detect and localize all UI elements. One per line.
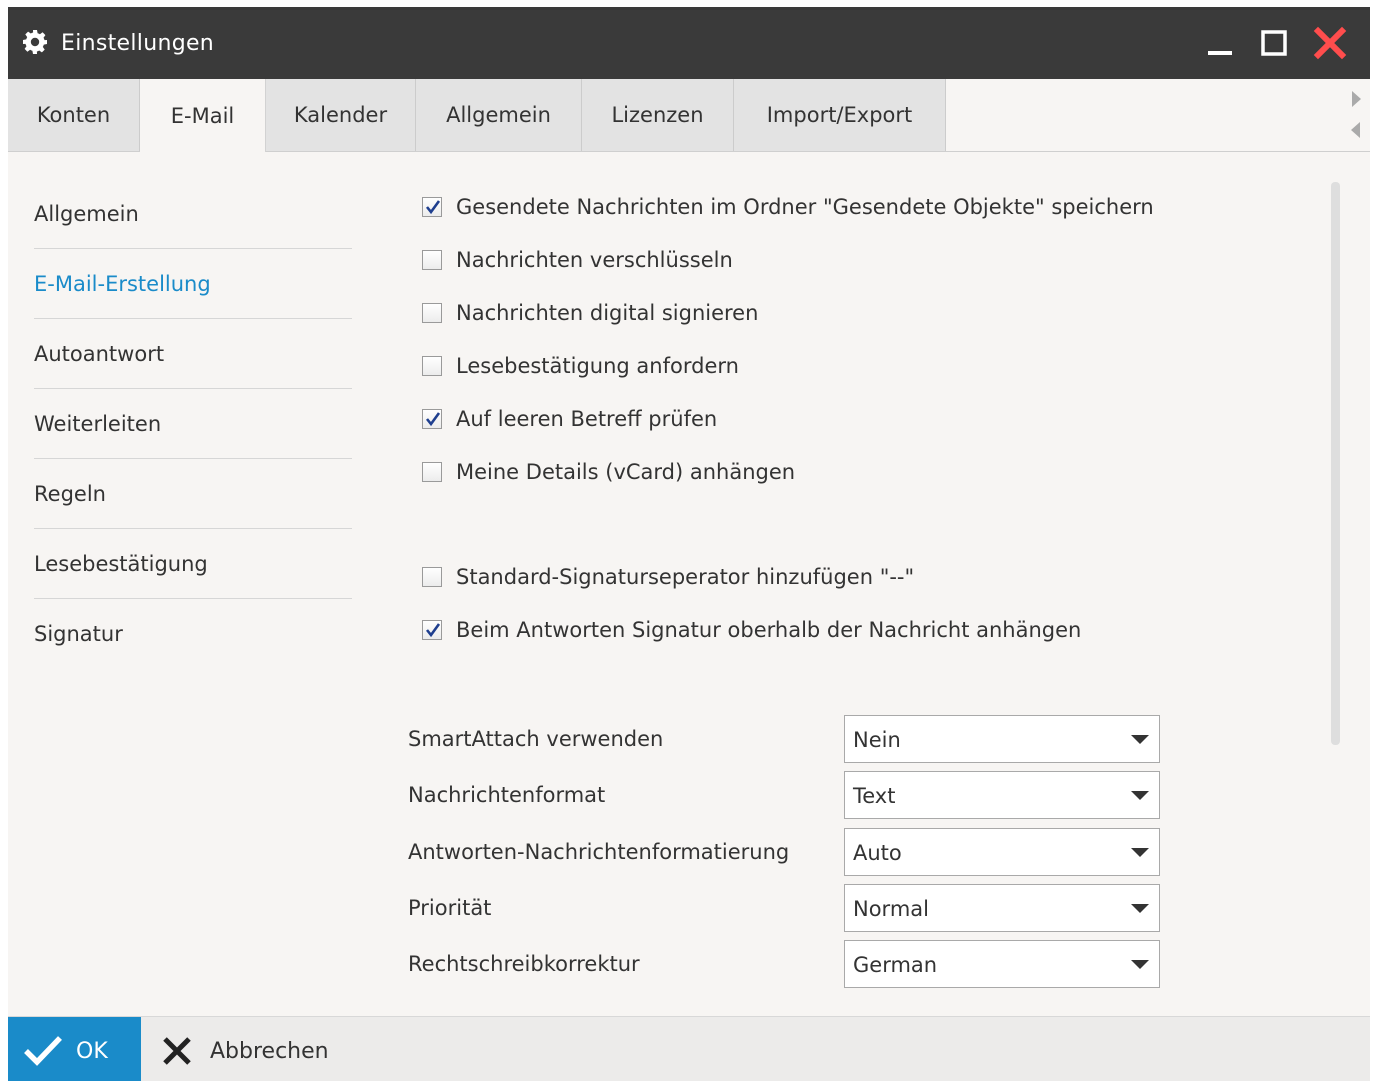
checkbox[interactable] xyxy=(422,250,442,270)
option-label: Gesendete Nachrichten im Ordner "Gesende… xyxy=(456,195,1154,219)
option-label: Lesebestätigung anfordern xyxy=(456,354,739,378)
option-vcard[interactable]: Meine Details (vCard) anhängen xyxy=(422,457,795,487)
option-encrypt[interactable]: Nachrichten verschlüsseln xyxy=(422,245,733,275)
cancel-label: Abbrechen xyxy=(210,1039,329,1064)
chevron-down-icon xyxy=(1131,960,1149,969)
sidebar-item-regeln[interactable]: Regeln xyxy=(34,459,352,529)
checkmark-icon xyxy=(425,623,441,638)
option-label: Nachrichten digital signieren xyxy=(456,301,759,325)
checkbox[interactable] xyxy=(422,620,442,640)
priority-label: Priorität xyxy=(408,896,492,920)
spellcheck-select[interactable]: German xyxy=(844,940,1160,988)
option-label: Standard-Signaturseperator hinzufügen "-… xyxy=(456,565,915,589)
option-read-receipt[interactable]: Lesebestätigung anfordern xyxy=(422,351,739,381)
checkbox[interactable] xyxy=(422,462,442,482)
spellcheck-label: Rechtschreibkorrektur xyxy=(408,952,640,976)
sidebar-item-autoantwort[interactable]: Autoantwort xyxy=(34,319,352,389)
chevron-down-icon xyxy=(1131,791,1149,800)
priority-select[interactable]: Normal xyxy=(844,884,1160,932)
checkbox[interactable] xyxy=(422,303,442,323)
sidebar-item-lesebestaetigung[interactable]: Lesebestätigung xyxy=(34,529,352,599)
option-sign[interactable]: Nachrichten digital signieren xyxy=(422,298,758,328)
option-empty-subject[interactable]: Auf leeren Betreff prüfen xyxy=(422,404,717,434)
close-icon[interactable] xyxy=(1312,25,1348,61)
settings-window: Einstellungen Konten E-Mail Kalender All… xyxy=(8,7,1370,1081)
option-signature-separator[interactable]: Standard-Signaturseperator hinzufügen "-… xyxy=(422,562,914,592)
select-value: Text xyxy=(853,784,896,808)
dialog-footer: OK Abbrechen xyxy=(8,1016,1370,1081)
select-value: German xyxy=(853,953,938,977)
tab-kalender[interactable]: Kalender xyxy=(266,79,416,151)
sidebar-item-allgemein[interactable]: Allgemein xyxy=(34,179,352,249)
option-label: Meine Details (vCard) anhängen xyxy=(456,460,796,484)
option-save-sent[interactable]: Gesendete Nachrichten im Ordner "Gesende… xyxy=(422,192,1154,222)
checkbox[interactable] xyxy=(422,356,442,376)
tab-lizenzen[interactable]: Lizenzen xyxy=(582,79,734,151)
tab-allgemein[interactable]: Allgemein xyxy=(416,79,582,151)
chevron-down-icon xyxy=(1131,735,1149,744)
window-title: Einstellungen xyxy=(61,31,215,56)
tab-scroll-right-icon[interactable] xyxy=(1349,89,1363,109)
checkbox[interactable] xyxy=(422,409,442,429)
tab-bar: Konten E-Mail Kalender Allgemein Lizenze… xyxy=(8,79,1370,152)
vertical-scrollbar[interactable] xyxy=(1331,182,1340,745)
gear-icon xyxy=(23,30,47,54)
option-signature-above[interactable]: Beim Antworten Signatur oberhalb der Nac… xyxy=(422,615,1081,645)
tab-konten[interactable]: Konten xyxy=(8,79,140,151)
tab-import-export[interactable]: Import/Export xyxy=(734,79,946,151)
minimize-icon[interactable] xyxy=(1202,25,1238,61)
option-label: Auf leeren Betreff prüfen xyxy=(456,407,718,431)
sidebar-item-weiterleiten[interactable]: Weiterleiten xyxy=(34,389,352,459)
smartattach-select[interactable]: Nein xyxy=(844,715,1160,763)
close-icon xyxy=(163,1037,191,1065)
checkmark-icon xyxy=(24,1036,62,1066)
option-label: Nachrichten verschlüsseln xyxy=(456,248,733,272)
reply-format-label: Antworten-Nachrichtenformatierung xyxy=(408,840,790,864)
message-format-label: Nachrichtenformat xyxy=(408,783,606,807)
chevron-down-icon xyxy=(1131,904,1149,913)
select-value: Nein xyxy=(853,728,901,752)
cancel-button[interactable]: Abbrechen xyxy=(155,1017,345,1081)
tab-e-mail[interactable]: E-Mail xyxy=(140,79,266,152)
tab-scroll-left-icon[interactable] xyxy=(1349,120,1363,140)
message-format-select[interactable]: Text xyxy=(844,771,1160,819)
reply-format-select[interactable]: Auto xyxy=(844,828,1160,876)
checkmark-icon xyxy=(425,412,441,427)
ok-label: OK xyxy=(76,1039,108,1064)
smartattach-label: SmartAttach verwenden xyxy=(408,727,664,751)
chevron-down-icon xyxy=(1131,848,1149,857)
checkmark-icon xyxy=(425,200,441,215)
option-label: Beim Antworten Signatur oberhalb der Nac… xyxy=(456,618,1082,642)
title-bar: Einstellungen xyxy=(8,7,1370,79)
maximize-icon[interactable] xyxy=(1256,25,1292,61)
select-value: Auto xyxy=(853,841,902,865)
select-value: Normal xyxy=(853,897,929,921)
settings-sidebar: Allgemein E-Mail-Erstellung Autoantwort … xyxy=(34,179,352,669)
sidebar-item-signatur[interactable]: Signatur xyxy=(34,599,352,669)
checkbox[interactable] xyxy=(422,197,442,217)
sidebar-item-e-mail-erstellung[interactable]: E-Mail-Erstellung xyxy=(34,249,352,319)
checkbox[interactable] xyxy=(422,567,442,587)
ok-button[interactable]: OK xyxy=(8,1017,141,1081)
